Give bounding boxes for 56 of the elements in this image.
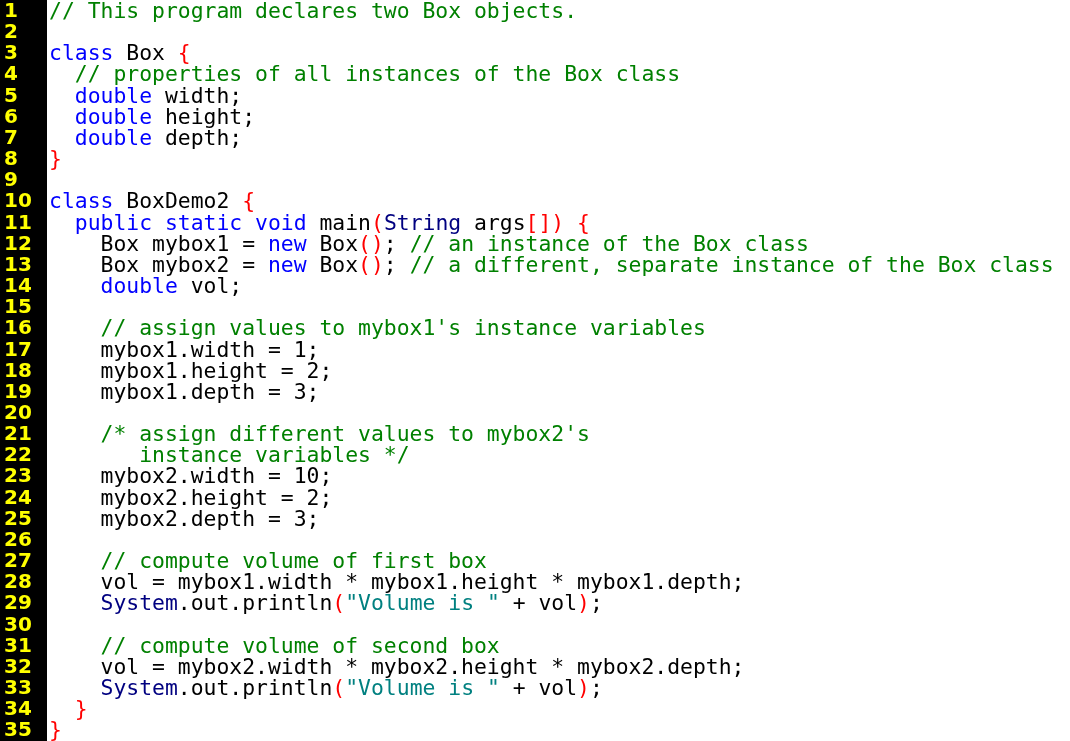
code-line: double height;: [73, 105, 256, 127]
line-number: 24: [4, 486, 32, 508]
code-line: }: [49, 148, 62, 170]
line-number: 12: [4, 232, 32, 254]
line-number: 32: [4, 655, 32, 677]
line-number: 3: [4, 42, 18, 64]
code-line: double width;: [73, 84, 243, 106]
line-number: 7: [4, 126, 18, 149]
code-line: }: [73, 698, 88, 720]
line-number: 1: [4, 0, 18, 22]
code-line: instance variables */: [139, 444, 410, 466]
code-line: class Box {: [49, 42, 191, 64]
code-line: /* assign different values to mybox2's: [99, 423, 590, 445]
code-line: // This program declares two Box objects.: [49, 0, 577, 22]
line-number: 21: [4, 423, 32, 445]
line-number: 5: [4, 84, 18, 106]
code-line: System.out.println("Volume is " + vol);: [99, 677, 603, 699]
line-number: 23: [4, 465, 32, 487]
line-number: 18: [4, 359, 32, 381]
line-number: 25: [4, 507, 32, 529]
line-number: 20: [4, 401, 32, 424]
line-number: 2: [4, 21, 18, 43]
line-number: 34: [4, 698, 32, 720]
line-number: 14: [4, 275, 32, 297]
code-line: mybox2.height = 2;: [99, 486, 333, 508]
code-line: System.out.println("Volume is " + vol);: [99, 592, 603, 614]
line-number: 33: [4, 677, 32, 699]
code-line: double vol;: [99, 275, 243, 297]
line-number: 22: [4, 444, 32, 466]
code-line: // properties of all instances of the Box class: [73, 63, 681, 85]
line-number: 9: [4, 169, 18, 191]
line-number: 15: [4, 296, 32, 318]
line-number: 10: [4, 190, 32, 212]
code-line: // assign values to mybox1's instance variables: [99, 317, 706, 339]
line-number: 29: [4, 592, 32, 614]
line-number: 8: [4, 148, 18, 170]
line-number: 31: [4, 634, 32, 656]
line-number: 16: [4, 317, 32, 339]
line-number: 35: [4, 719, 32, 741]
line-number: 11: [4, 211, 32, 233]
line-number: 30: [4, 613, 32, 635]
line-number: 26: [4, 528, 32, 551]
code-line: class BoxDemo2 {: [49, 190, 256, 212]
line-number: 19: [4, 380, 32, 402]
line-number: 4: [4, 63, 18, 85]
code-line: mybox2.width = 10;: [99, 465, 333, 487]
code-line: // compute volume of second box: [99, 634, 500, 656]
code-line: mybox1.width = 1;: [99, 338, 320, 360]
line-number: 13: [4, 253, 32, 276]
line-number: 27: [4, 550, 32, 572]
code-line: // compute volume of first box: [99, 550, 487, 572]
line-number: 28: [4, 571, 32, 593]
code-line: vol = mybox1.width * mybox1.height * mybox1.depth;: [99, 571, 745, 593]
line-number: 6: [4, 105, 18, 127]
code-line: }: [49, 719, 62, 741]
line-number: 17: [4, 338, 32, 360]
